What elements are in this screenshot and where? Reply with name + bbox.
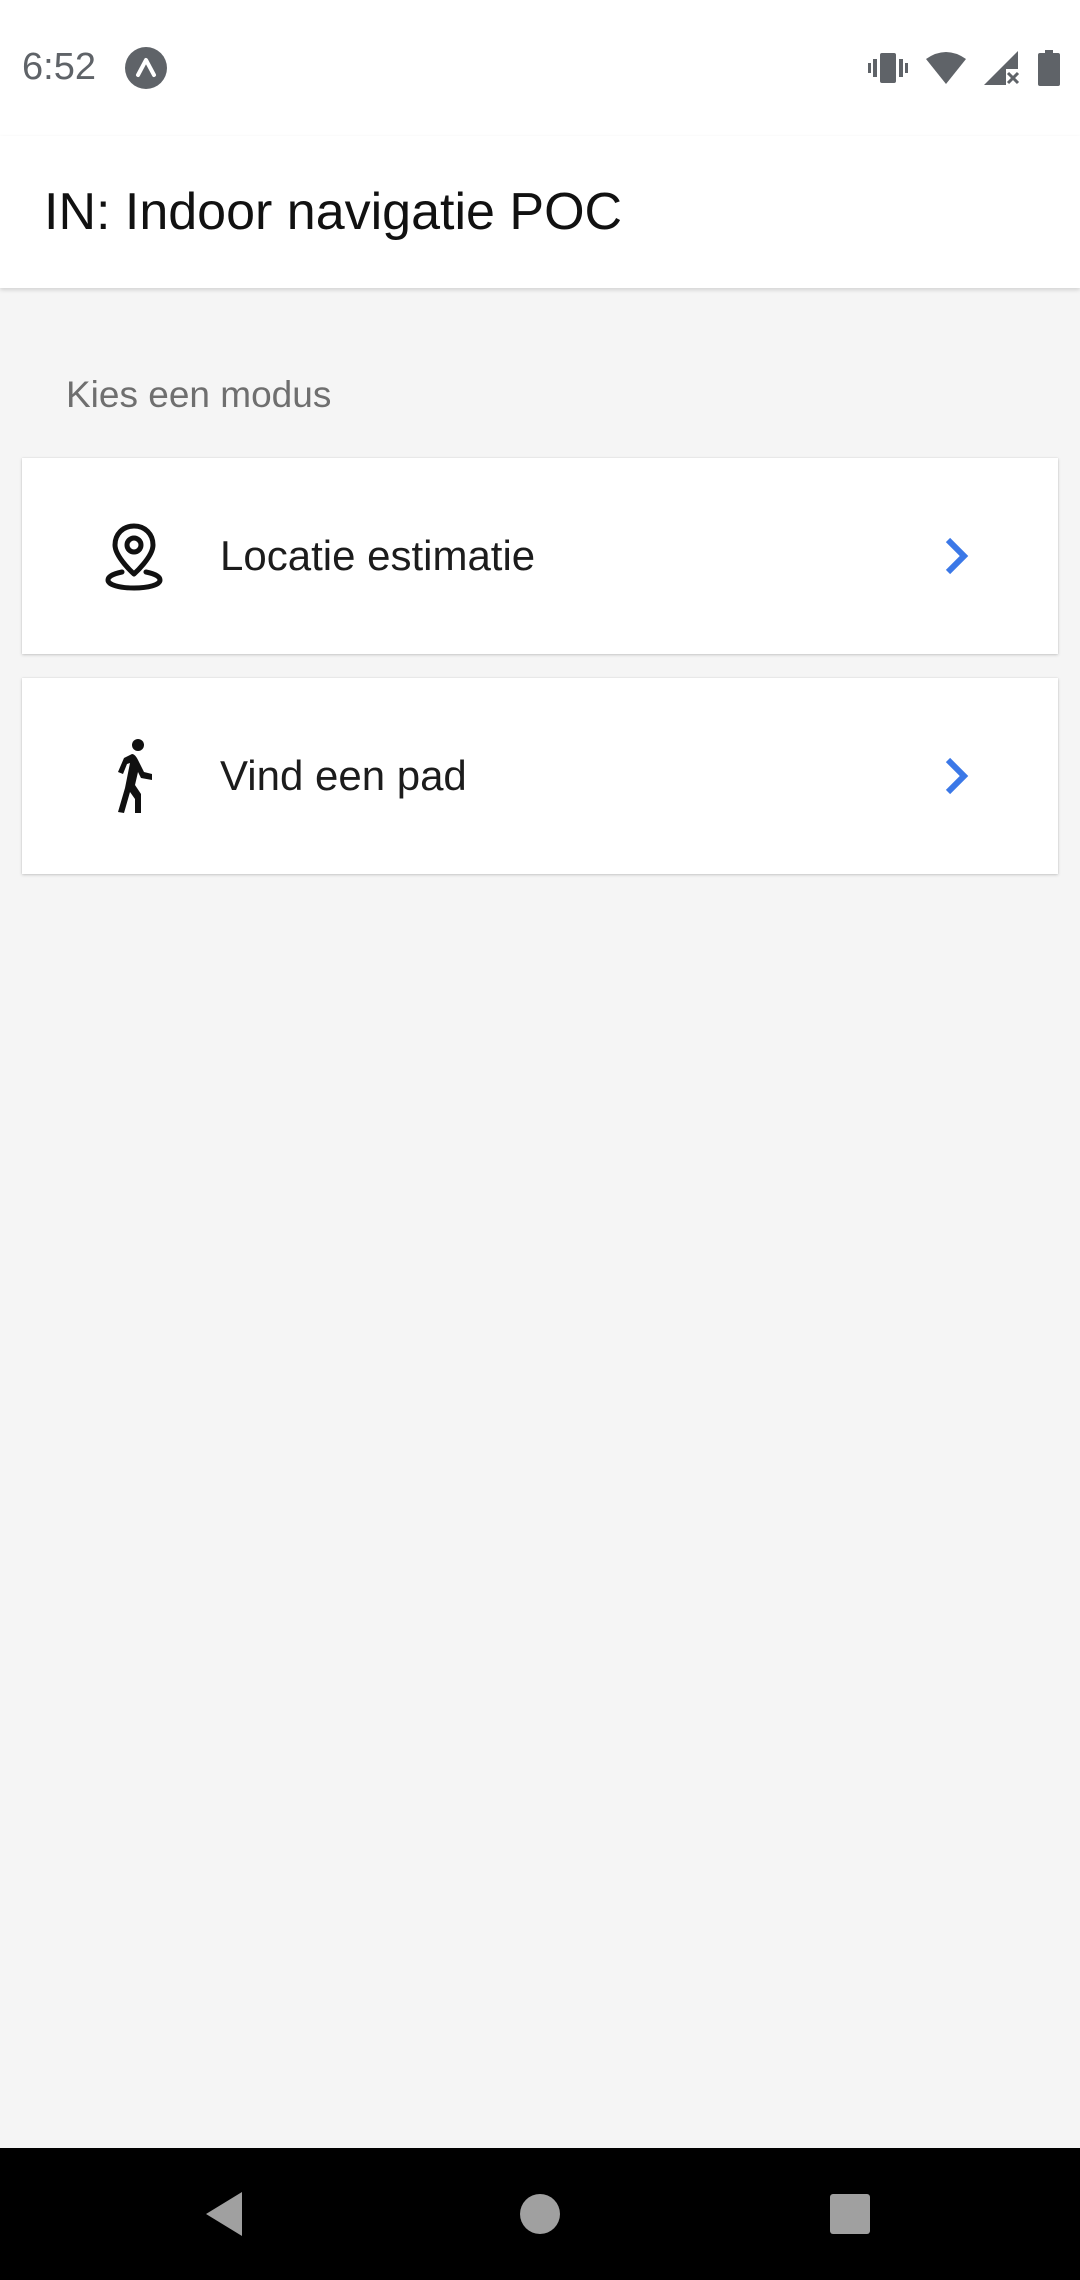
chevron-right-icon [926,526,986,586]
mode-card-locatie-estimatie[interactable]: Locatie estimatie [22,458,1058,654]
battery-icon [1038,50,1060,86]
app-notification-icon [124,46,168,90]
status-time: 6:52 [22,46,96,88]
location-pin-icon [94,516,174,596]
vibrate-icon [868,50,908,86]
recents-icon[interactable] [820,2184,880,2244]
chevron-right-icon [926,746,986,806]
mode-card-label: Vind een pad [220,752,467,799]
page-title: IN: Indoor navigatie POC [44,183,623,241]
back-icon[interactable] [196,2184,256,2244]
home-icon[interactable] [510,2184,570,2244]
walking-person-icon [94,736,174,816]
wifi-icon [926,51,966,85]
status-bar: 6:52 [0,0,1080,136]
app-screen: 6:52 IN: Indoor navigatie POC Kies een m… [0,0,1080,2280]
section-label: Kies een modus [66,374,332,415]
status-icons [868,48,1060,88]
system-nav-bar [0,2148,1080,2280]
app-bar: IN: Indoor navigatie POC [0,136,1080,288]
mode-card-vind-een-pad[interactable]: Vind een pad [22,678,1058,874]
cell-signal-no-data-icon [984,51,1020,85]
mode-card-label: Locatie estimatie [220,532,536,579]
